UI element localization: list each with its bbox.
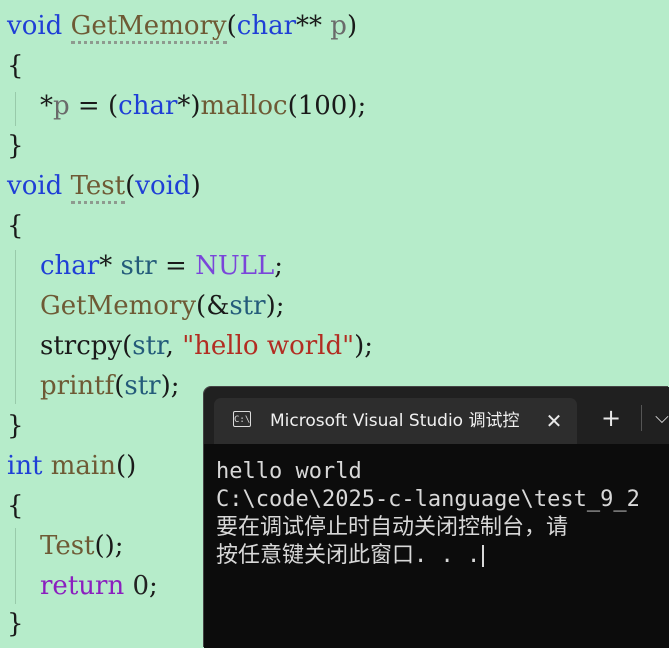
code-line-12[interactable]: int main() (7, 446, 136, 486)
type: char (118, 91, 178, 121)
paren: ( (114, 371, 125, 401)
variable: str (124, 371, 161, 401)
type: char (40, 251, 100, 281)
chevron-down-icon[interactable]: ⌵ (648, 401, 669, 435)
console-output-line: 要在调试停止时自动关闭控制台，请 (216, 515, 569, 540)
terminal-tab[interactable]: C:\ Microsoft Visual Studio 调试控 ✕ (214, 398, 577, 444)
param: p (53, 91, 70, 121)
new-tab-button[interactable]: + (594, 401, 628, 435)
function-name: Test (40, 531, 95, 561)
variable: str (120, 251, 157, 281)
variable: str (132, 331, 166, 361)
type: char (236, 11, 297, 41)
debug-console-window[interactable]: C:\ Microsoft Visual Studio 调试控 ✕ + ⌵ he… (204, 387, 669, 648)
code-line-3[interactable]: *p = (char*)malloc(100); (40, 86, 366, 126)
indent-guide (15, 92, 16, 126)
console-output-line: 按任意键关闭此窗口. . . (216, 542, 485, 570)
operator: = (69, 91, 108, 121)
indent-guide (15, 250, 16, 404)
number: 0 (124, 571, 149, 601)
deref: * (40, 91, 53, 121)
code-line-8[interactable]: GetMemory(&str); (40, 286, 284, 326)
paren: ) (190, 171, 201, 201)
paren: ( (125, 171, 136, 201)
code-line-16[interactable]: } (7, 604, 24, 644)
code-line-13[interactable]: { (7, 486, 24, 526)
function-name: printf (40, 371, 115, 401)
code-line-6[interactable]: { (7, 206, 24, 246)
code-line-11[interactable]: } (7, 406, 24, 446)
paren: ) (346, 11, 358, 41)
divider (641, 405, 642, 431)
semicolon: ; (149, 571, 158, 601)
paren: () (116, 451, 137, 481)
code-line-7[interactable]: char* str = NULL; (40, 246, 283, 286)
variable: str (229, 291, 266, 321)
paren: (& (196, 291, 230, 321)
code-line-4[interactable]: } (7, 126, 24, 166)
keyword: void (7, 11, 63, 41)
args: (100); (287, 91, 367, 121)
code-line-14[interactable]: Test(); (40, 526, 124, 566)
console-prompt-text: 按任意键关闭此窗口. . . (216, 543, 481, 568)
constant: NULL (195, 251, 275, 281)
console-icon: C:\ (233, 411, 251, 427)
keyword: int (7, 451, 43, 481)
terminal-tab-bar: C:\ Microsoft Visual Studio 调试控 ✕ + ⌵ (204, 387, 669, 444)
param: p (330, 11, 347, 41)
paren: ( (122, 331, 133, 361)
cast: *) (177, 91, 201, 121)
console-output-line: C:\code\2025-c-language\test_9_2 (216, 487, 640, 512)
paren: ( (107, 91, 119, 121)
function-name[interactable]: GetMemory (70, 11, 227, 44)
code-line-2[interactable]: { (7, 46, 24, 86)
pointer-stars: ** (296, 11, 331, 41)
paren: ); (160, 371, 180, 401)
function-name: main (50, 451, 116, 481)
code-line-5[interactable]: void Test(void) (7, 166, 201, 206)
call-args: (); (94, 531, 124, 561)
code-line-1[interactable]: void GetMemory(char** p) (7, 6, 357, 46)
text-cursor (482, 545, 485, 567)
paren: ( (226, 11, 237, 41)
comma: , (165, 331, 183, 361)
semicolon: ; (274, 251, 284, 281)
string-literal: "hello world" (182, 331, 355, 361)
close-icon[interactable]: ✕ (541, 408, 567, 434)
function-name: strcpy (40, 331, 123, 361)
code-line-9[interactable]: strcpy(str, "hello world"); (40, 326, 373, 366)
paren: ); (265, 291, 285, 321)
function-name[interactable]: Test (70, 171, 126, 204)
function-name: malloc (200, 91, 288, 121)
indent-guide (15, 528, 16, 604)
code-line-15[interactable]: return 0; (40, 566, 158, 606)
code-line-10[interactable]: printf(str); (40, 366, 180, 406)
console-output-line: hello world (216, 459, 362, 484)
paren: ); (354, 331, 373, 361)
keyword: return (40, 571, 125, 601)
keyword: void (135, 171, 191, 201)
operator: = (156, 251, 196, 281)
pointer: * (99, 251, 121, 281)
tab-title: Microsoft Visual Studio 调试控 (270, 411, 520, 431)
keyword: void (7, 171, 63, 201)
function-name: GetMemory (40, 291, 197, 321)
